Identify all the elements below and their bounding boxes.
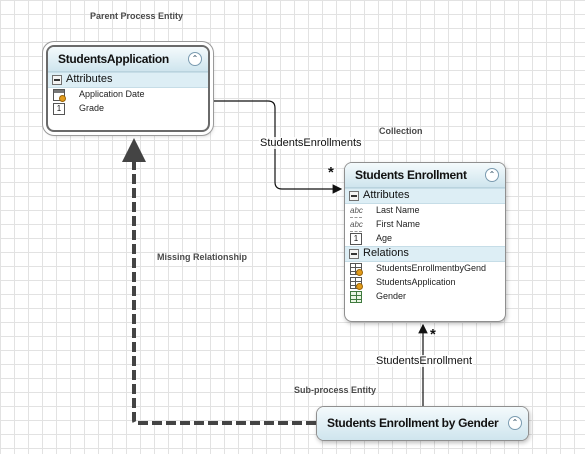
entity-header[interactable]: Students Enrollment ⌃: [345, 163, 505, 188]
attribute-label: Grade: [79, 103, 105, 113]
relations-section-header[interactable]: Relations: [345, 246, 505, 262]
attributes-section-header[interactable]: Attributes: [48, 72, 208, 88]
attribute-row[interactable]: abc Last Name: [345, 204, 505, 218]
students-enrollments-multiplicity: *: [328, 164, 334, 181]
collapse-chevron-icon[interactable]: ⌃: [485, 168, 499, 182]
students-enrollment-by-gender-entity[interactable]: Students Enrollment by Gender ⌃: [316, 406, 529, 441]
missing-relationship-note: Missing Relationship: [157, 252, 248, 262]
text-field-icon: abc: [350, 219, 363, 232]
students-enrollment-multiplicity: *: [430, 326, 436, 343]
collapse-chevron-icon[interactable]: ⌃: [508, 416, 522, 430]
relation-row[interactable]: StudentsEnrollmentbyGend: [345, 262, 505, 276]
number-field-icon: 1: [53, 103, 65, 115]
section-label: Relations: [363, 247, 409, 259]
attribute-row[interactable]: 1 Grade: [48, 102, 208, 116]
entity-title: Students Enrollment by Gender: [327, 416, 499, 430]
collapse-section-icon[interactable]: [349, 191, 359, 201]
attribute-label: First Name: [376, 219, 421, 229]
collection-relation-icon: [350, 263, 363, 276]
collapse-section-icon[interactable]: [52, 75, 62, 85]
attribute-row[interactable]: abc First Name: [345, 218, 505, 232]
students-enrollment-entity[interactable]: Students Enrollment ⌃ Attributes abc Las…: [344, 162, 506, 322]
relation-row[interactable]: StudentsApplication: [345, 276, 505, 290]
date-field-icon: [53, 89, 66, 102]
entity-relation-icon: [350, 291, 362, 303]
collection-note: Collection: [379, 126, 423, 136]
entity-title: Students Enrollment: [355, 168, 467, 182]
sub-process-note: Sub-process Entity: [294, 385, 377, 395]
missing-relationship-connector[interactable]: [122, 138, 316, 425]
attribute-row[interactable]: 1 Age: [345, 232, 505, 246]
parent-process-note: Parent Process Entity: [90, 11, 184, 21]
entity-header[interactable]: Students Enrollment by Gender ⌃: [317, 407, 528, 440]
relation-label: StudentsApplication: [376, 277, 456, 287]
entity-header[interactable]: StudentsApplication ⌃: [48, 47, 208, 72]
attribute-row[interactable]: Application Date: [48, 88, 208, 102]
attributes-section-header[interactable]: Attributes: [345, 188, 505, 204]
text-field-icon: abc: [350, 205, 363, 218]
attribute-label: Last Name: [376, 205, 420, 215]
students-enrollment-label: StudentsEnrollment: [375, 355, 473, 367]
attribute-label: Age: [376, 233, 393, 243]
collapse-chevron-icon[interactable]: ⌃: [188, 52, 202, 66]
collapse-section-icon[interactable]: [349, 249, 359, 259]
students-enrollments-label: StudentsEnrollments: [259, 137, 363, 149]
relation-label: StudentsEnrollmentbyGend: [376, 263, 487, 273]
section-label: Attributes: [66, 73, 113, 85]
relation-row[interactable]: Gender: [345, 290, 505, 304]
students-application-entity[interactable]: StudentsApplication ⌃ Attributes Applica…: [46, 45, 210, 132]
entity-title: StudentsApplication: [58, 52, 169, 66]
number-field-icon: 1: [350, 233, 362, 245]
relation-label: Gender: [376, 291, 407, 301]
section-label: Attributes: [363, 189, 410, 201]
attribute-label: Application Date: [79, 89, 145, 99]
collection-relation-icon: [350, 277, 363, 290]
